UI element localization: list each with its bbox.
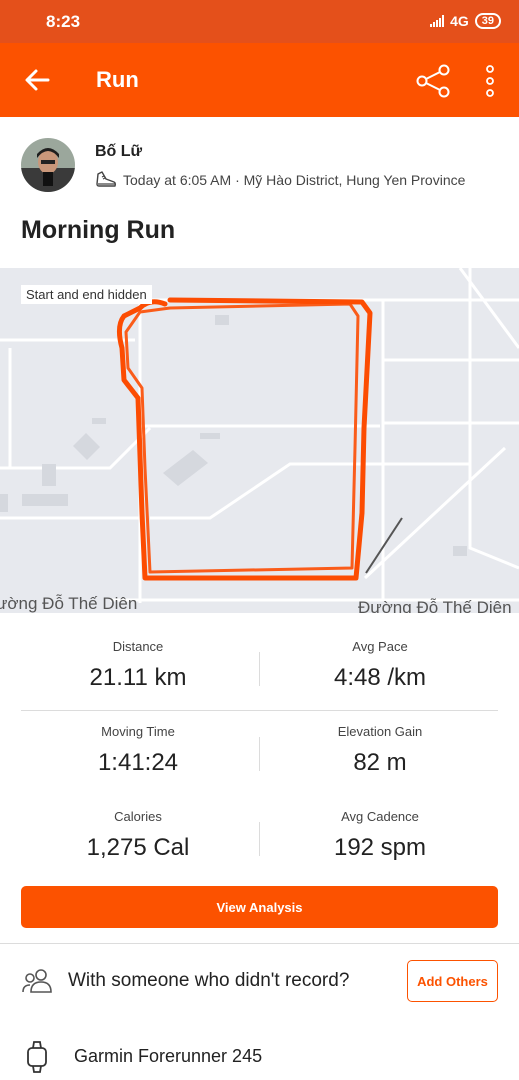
stat-elevation-gain: Elevation Gain 82 m (260, 724, 500, 777)
stat-value: 21.11 km (89, 664, 187, 691)
activity-meta: Today at 6:05 AM · Mỹ Hào District, Hung… (95, 170, 465, 190)
device-name[interactable]: Garmin Forerunner 245 (74, 1046, 262, 1067)
street-label-right: Đường Đỗ Thế Diên (358, 598, 512, 613)
stat-label: Elevation Gain (337, 724, 423, 739)
arrow-left-icon[interactable] (22, 65, 52, 95)
stat-avg-pace: Avg Pace 4:48 /km (260, 639, 500, 692)
avatar-image (21, 138, 75, 192)
people-icon (22, 969, 52, 993)
route-path (116, 297, 373, 581)
share-icon[interactable] (414, 63, 452, 99)
stat-value: 4:48 /km (333, 664, 427, 691)
status-indicators: 4G 39 (430, 13, 501, 29)
stat-label: Distance (112, 639, 164, 654)
stat-value: 82 m (353, 749, 407, 776)
app-bar: Run (0, 43, 519, 117)
section-divider (0, 943, 519, 944)
watch-icon (27, 1041, 47, 1073)
stat-value: 1:41:24 (97, 749, 179, 776)
map-canvas (0, 268, 519, 603)
stat-label: Moving Time (101, 724, 175, 739)
view-analysis-button[interactable]: View Analysis (21, 886, 498, 928)
route-map[interactable]: Start and end hidden ường Đỗ Thế Diên Đư… (0, 268, 519, 613)
stat-value: 192 spm (333, 834, 427, 861)
stat-calories: Calories 1,275 Cal (18, 809, 258, 862)
battery-level: 39 (481, 15, 494, 27)
others-prompt: With someone who didn't record? (68, 970, 350, 991)
signal-icon (430, 15, 445, 27)
stat-label: Calories (114, 809, 162, 824)
page-title: Run (96, 67, 139, 92)
stat-value: 1,275 Cal (86, 834, 190, 861)
street-label-left: ường Đỗ Thế Diên (0, 594, 138, 613)
more-vertical-icon[interactable] (480, 63, 500, 99)
stat-label: Avg Pace (352, 639, 408, 654)
privacy-tag: Start and end hidden (21, 285, 152, 304)
avatar[interactable] (21, 138, 75, 192)
stat-label: Avg Cadence (341, 809, 419, 824)
stat-distance: Distance 21.11 km (18, 639, 258, 692)
stats-divider (21, 710, 498, 711)
stat-moving-time: Moving Time 1:41:24 (18, 724, 258, 777)
activity-title: Morning Run (21, 216, 176, 244)
run-shoe-icon (96, 171, 117, 187)
status-time: 8:23 (46, 12, 81, 31)
status-bar: 8:23 4G 39 (0, 0, 519, 43)
activity-date-location: Today at 6:05 AM · Mỹ Hào District, Hung… (123, 172, 466, 188)
stat-avg-cadence: Avg Cadence 192 spm (260, 809, 500, 862)
add-others-button[interactable]: Add Others (407, 960, 498, 1002)
network-type: 4G (450, 13, 469, 29)
battery-icon: 39 (474, 13, 501, 29)
athlete-name[interactable]: Bố Lữ (95, 143, 142, 161)
